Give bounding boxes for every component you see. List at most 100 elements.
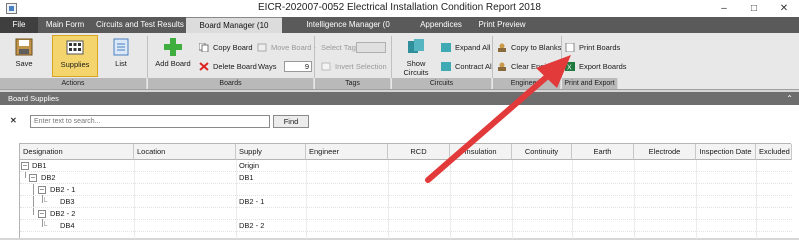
- table-row[interactable]: └ DB4 DB2 - 2: [20, 220, 792, 232]
- column-header-electrode[interactable]: Electrode: [634, 144, 696, 160]
- window-title: EICR-202007-0052 Electrical Installation…: [258, 2, 541, 13]
- table-row[interactable]: – DB2 - 2: [20, 208, 792, 220]
- print-boards-icon: [565, 43, 575, 52]
- select-tags-label: Select Tags: [321, 43, 360, 52]
- find-button[interactable]: Find: [273, 115, 309, 128]
- copy-board-label: Copy Board: [213, 43, 253, 52]
- supply-cell: DB2 - 2: [239, 221, 265, 230]
- ribbon-separator: [561, 36, 562, 78]
- move-board-icon: [257, 43, 267, 52]
- delete-board-icon: [199, 62, 209, 71]
- print-boards-label: Print Boards: [579, 43, 621, 52]
- close-button[interactable]: ✕: [770, 0, 798, 17]
- ways-label: Ways: [258, 62, 277, 71]
- select-tags-dropdown[interactable]: Select Tags: [306, 41, 360, 54]
- export-boards-label: Export Boards: [579, 62, 627, 71]
- copy-to-blanks-button[interactable]: Copy to Blanks: [496, 41, 561, 54]
- expand-all-icon: [441, 43, 451, 52]
- table-row[interactable]: – DB2 - 1: [20, 184, 792, 196]
- tab-circuits-test-results[interactable]: Circuits and Test Results: [92, 17, 188, 33]
- copy-to-blanks-icon: [498, 43, 506, 52]
- export-boards-icon: X: [565, 62, 575, 71]
- tab-board-manager[interactable]: Board Manager (10 Boards): [186, 17, 282, 46]
- panel-title: Board Supplies: [8, 94, 59, 103]
- tab-appendices[interactable]: Appendices: [414, 17, 468, 33]
- designation-cell: DB3: [60, 197, 75, 206]
- expand-all-label: Expand All: [455, 43, 491, 52]
- search-input[interactable]: Enter text to search...: [30, 115, 270, 128]
- table-row[interactable]: – DB1 Origin: [20, 160, 792, 172]
- group-label-boards: Boards: [148, 78, 314, 89]
- tree-branch-icon: └: [42, 197, 48, 206]
- ribbon-separator: [492, 36, 493, 78]
- table-row[interactable]: – DB2 DB1: [20, 172, 792, 184]
- show-circuits-icon: [408, 39, 424, 53]
- column-header-insulation[interactable]: Insulation: [450, 144, 512, 160]
- ways-input[interactable]: 9: [284, 61, 312, 72]
- tab-intelligence-manager[interactable]: Intelligence Manager (0 Statements): [286, 17, 410, 45]
- list-button[interactable]: List: [102, 35, 140, 77]
- contract-all-label: Contract All: [455, 62, 494, 71]
- save-button[interactable]: Save: [6, 35, 42, 77]
- list-label: List: [115, 59, 127, 68]
- collapse-node-icon[interactable]: –: [29, 174, 37, 182]
- supplies-grid: Designation Location Supply Engineer RCD…: [19, 143, 792, 239]
- contract-all-button[interactable]: Contract All: [440, 60, 493, 73]
- contract-all-icon: [441, 62, 451, 71]
- tags-select[interactable]: [356, 42, 386, 53]
- tree-branch-icon: └: [42, 221, 48, 230]
- column-header-earth[interactable]: Earth: [572, 144, 634, 160]
- column-header-location[interactable]: Location: [134, 144, 236, 160]
- tab-file[interactable]: File: [0, 17, 38, 33]
- group-label-actions: Actions: [0, 78, 147, 89]
- invert-selection-button[interactable]: Invert Selection: [320, 60, 387, 73]
- tab-print-preview[interactable]: Print Preview: [470, 17, 534, 33]
- collapse-node-icon[interactable]: –: [38, 186, 46, 194]
- add-board-icon: [164, 38, 182, 56]
- tab-main-form[interactable]: Main Form: [40, 17, 90, 33]
- designation-cell: DB2 - 2: [50, 209, 76, 218]
- ribbon-separator: [391, 36, 392, 78]
- group-label-print-export: Print and Export: [562, 78, 618, 89]
- column-header-inspection-date[interactable]: Inspection Date: [696, 144, 756, 160]
- copy-to-blanks-label: Copy to Blanks: [511, 43, 562, 52]
- expand-all-button[interactable]: Expand All: [440, 41, 490, 54]
- column-header-continuity[interactable]: Continuity: [512, 144, 572, 160]
- save-icon: [15, 38, 33, 56]
- column-header-designation[interactable]: Designation: [20, 144, 134, 160]
- collapse-icon[interactable]: ⌃: [786, 92, 793, 105]
- maximize-button[interactable]: □: [740, 0, 768, 17]
- copy-board-button[interactable]: Copy Board: [198, 41, 253, 54]
- supplies-button[interactable]: Supplies: [52, 35, 98, 77]
- show-circuits-label: Show Circuits: [403, 59, 429, 77]
- show-circuits-button[interactable]: Show Circuits: [394, 35, 438, 77]
- clear-engineers-label: Clear Engineers: [511, 62, 565, 71]
- group-label-circuits: Circuits: [392, 78, 492, 89]
- column-header-excluded[interactable]: Excluded: [756, 144, 792, 160]
- supply-cell: DB1: [239, 173, 254, 182]
- invert-selection-icon: [321, 62, 331, 71]
- group-label-tags: Tags: [315, 78, 391, 89]
- add-board-label: Add Board: [155, 59, 191, 68]
- supply-cell: Origin: [239, 161, 260, 170]
- group-label-engineers: Engineers: [493, 78, 561, 89]
- collapse-node-icon[interactable]: –: [21, 162, 29, 170]
- column-header-supply[interactable]: Supply: [236, 144, 306, 160]
- clear-engineers-icon: [498, 62, 506, 71]
- collapse-node-icon[interactable]: –: [38, 210, 46, 218]
- export-boards-button[interactable]: X Export Boards: [564, 60, 627, 73]
- column-header-engineer[interactable]: Engineer: [306, 144, 388, 160]
- table-row[interactable]: └ DB3 DB2 - 1: [20, 196, 792, 208]
- ribbon: Save Supplies List Actions Add Board Cop…: [0, 33, 799, 90]
- minimize-button[interactable]: –: [710, 0, 738, 17]
- print-boards-button[interactable]: Print Boards: [564, 41, 620, 54]
- save-label: Save: [15, 59, 33, 68]
- title-bar: EICR-202007-0052 Electrical Installation…: [0, 0, 799, 17]
- board-supplies-panel: ✕ Enter text to search... Find Designati…: [0, 105, 799, 239]
- designation-cell: DB2: [41, 173, 56, 182]
- column-header-rcd[interactable]: RCD: [388, 144, 450, 160]
- clear-engineers-button[interactable]: Clear Engineers: [496, 60, 565, 73]
- add-board-button[interactable]: Add Board: [152, 35, 194, 77]
- clear-search-icon[interactable]: ✕: [10, 116, 17, 125]
- supplies-icon: [66, 40, 84, 55]
